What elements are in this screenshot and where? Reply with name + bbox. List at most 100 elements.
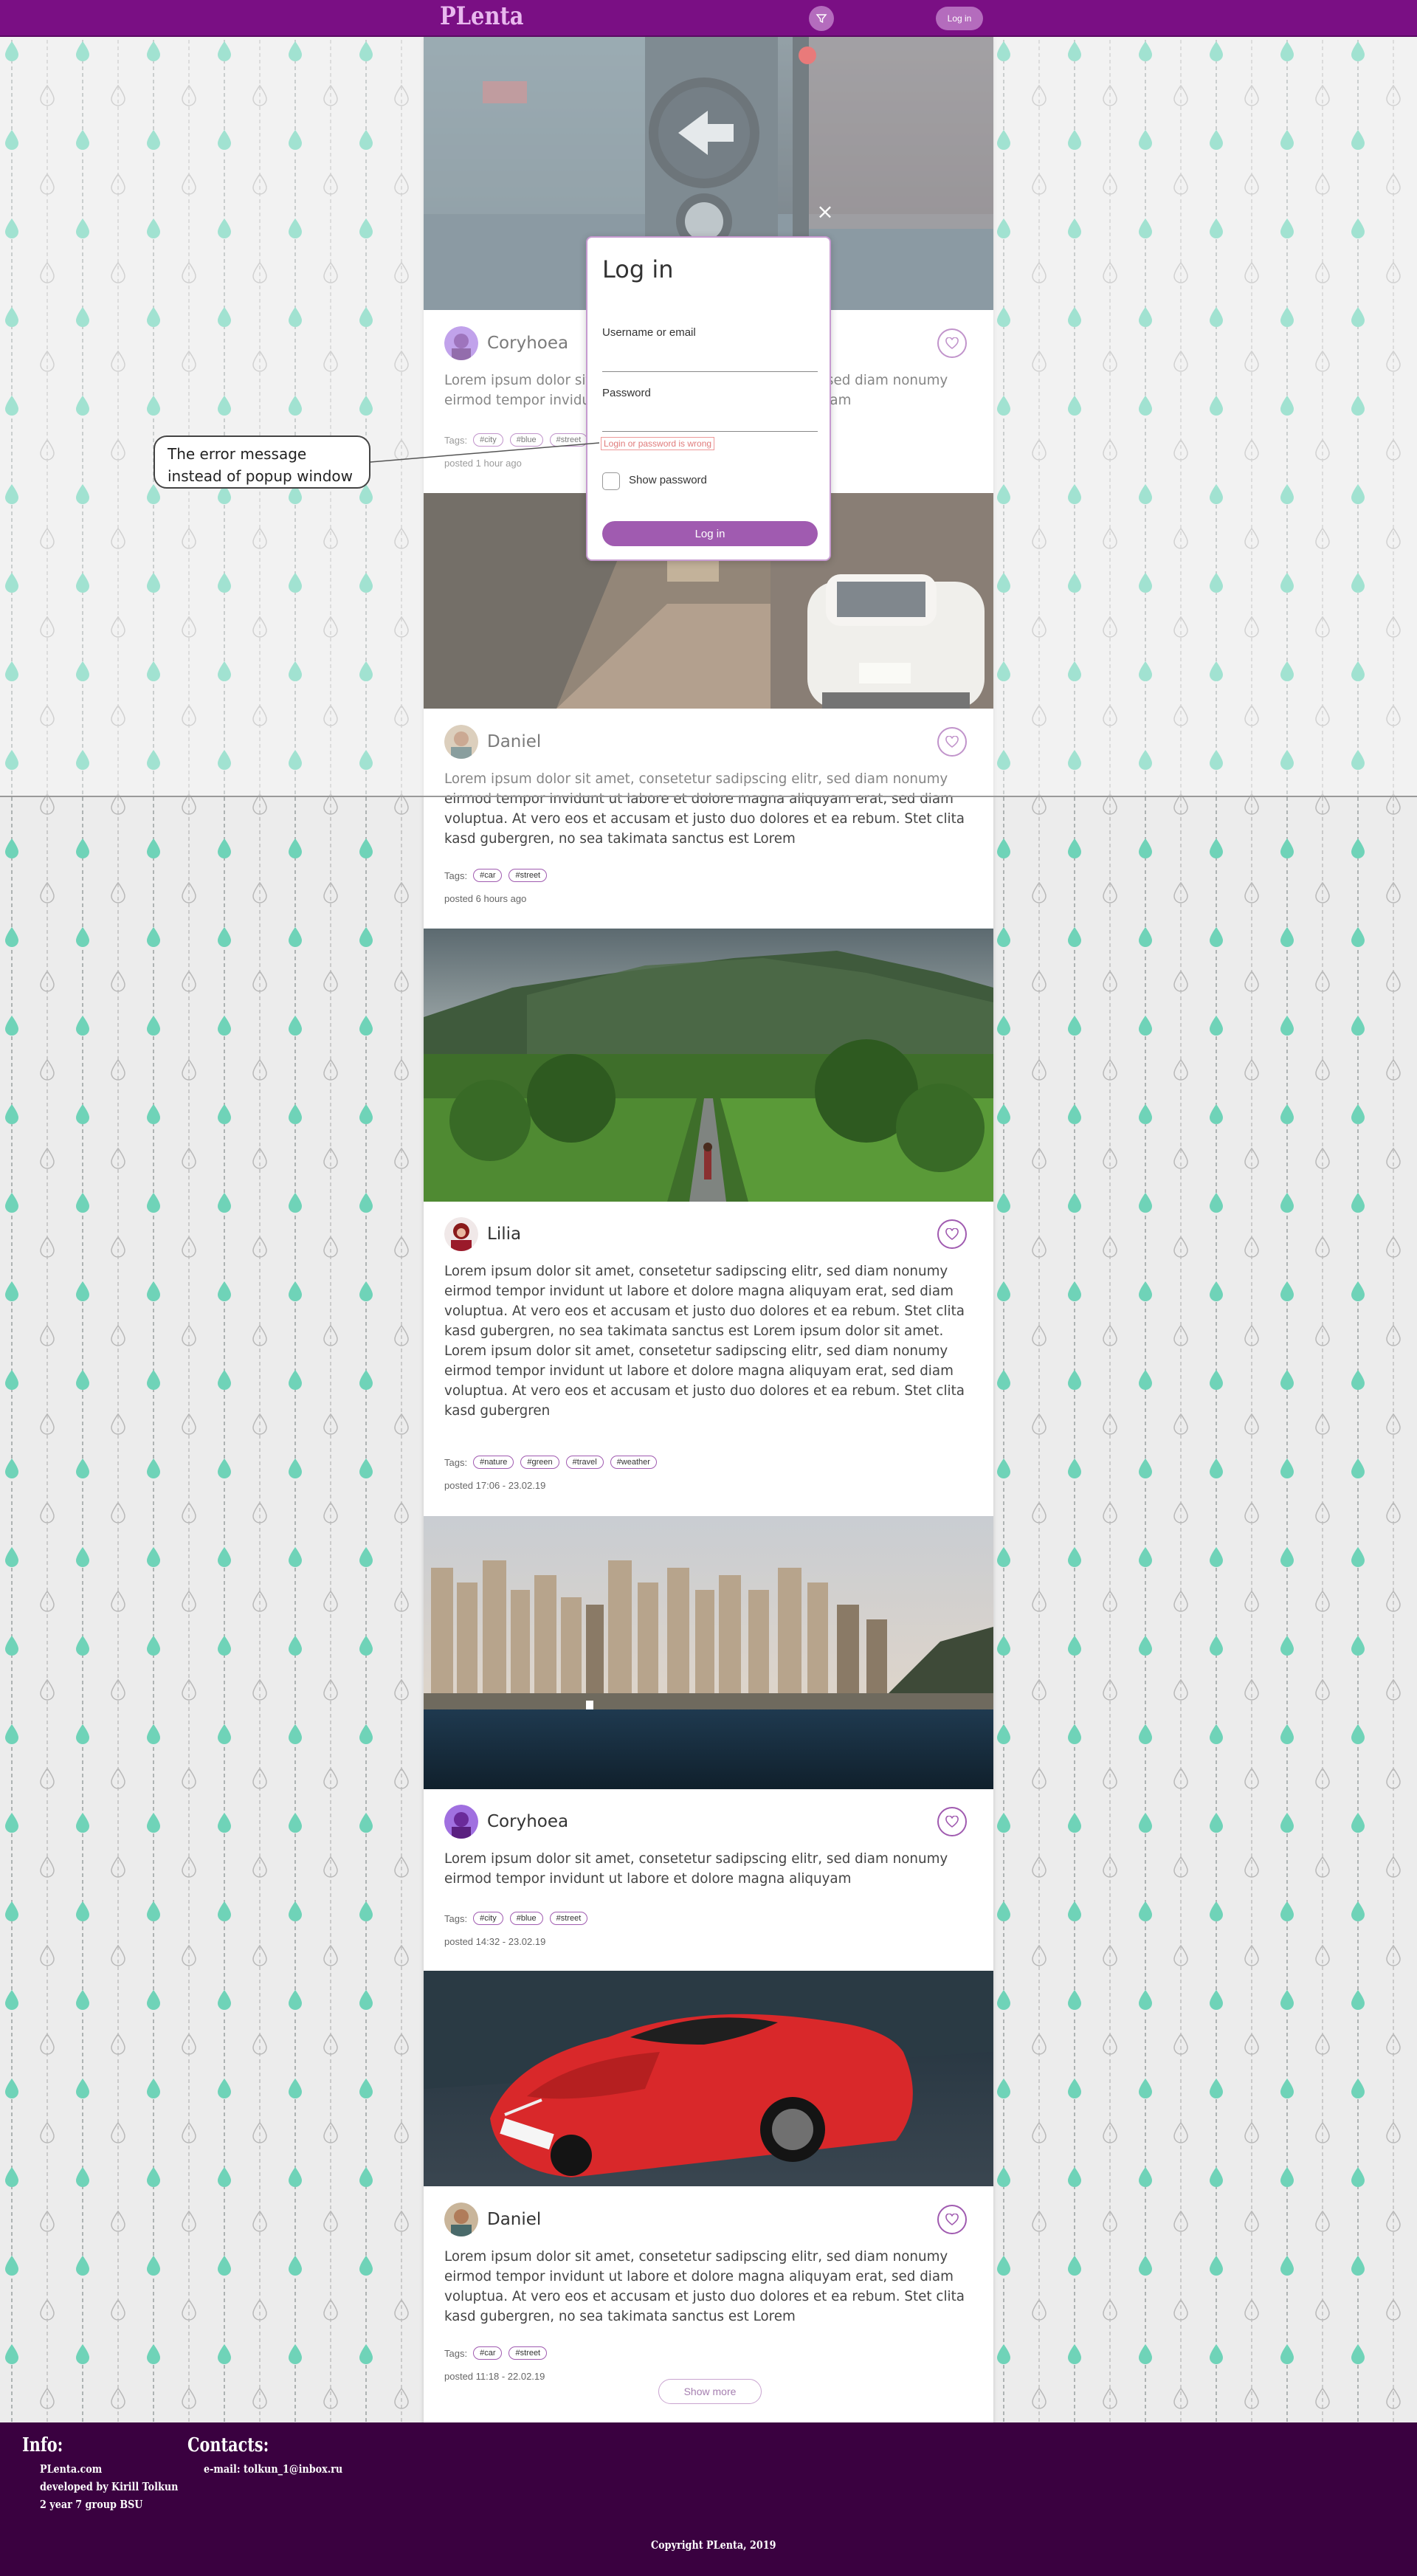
raindrop-outline: [111, 2298, 125, 2321]
raindrop-filled: [1068, 2344, 1081, 2364]
annotation-line-1: The error message: [168, 445, 307, 463]
raindrop-outline: [1103, 970, 1117, 992]
password-input[interactable]: [602, 411, 818, 432]
post-text: Lorem ipsum dolor sit amet, consetetur s…: [444, 1851, 948, 1887]
raindrop-filled: [218, 927, 231, 947]
raindrop-outline: [1032, 2033, 1047, 2055]
raindrop-filled: [76, 1370, 89, 1390]
raindrop-filled: [218, 1370, 231, 1390]
raindrop-outline: [1244, 1501, 1259, 1523]
tag-chip[interactable]: #street: [508, 2346, 548, 2360]
raindrop-filled: [1068, 2079, 1081, 2098]
raindrop-filled: [5, 1636, 18, 1656]
raindrop-filled: [1280, 1901, 1294, 1921]
tag-chip[interactable]: #travel: [565, 1456, 604, 1469]
raindrop-filled: [1210, 1281, 1223, 1301]
tags-label: Tags:: [444, 1456, 468, 1468]
raindrop-filled: [5, 1104, 18, 1124]
raindrop-filled: [289, 2344, 302, 2364]
post-author[interactable]: Daniel: [444, 2201, 541, 2238]
tag-chip[interactable]: #weather: [610, 1456, 657, 1469]
tag-chip[interactable]: #street: [508, 869, 548, 882]
tag-chip[interactable]: #green: [520, 1456, 559, 1469]
footer-info-line[interactable]: PLenta.com: [40, 2462, 102, 2476]
close-icon[interactable]: ×: [816, 202, 834, 222]
raindrop-filled: [997, 2167, 1010, 2187]
raindrop-filled: [1068, 1281, 1081, 1301]
raindrop-filled: [147, 1193, 160, 1213]
raindrop-outline: [252, 2033, 267, 2055]
raindrop-outline: [111, 1767, 125, 1789]
tag-chip[interactable]: #city: [473, 1912, 503, 1925]
login-submit-button[interactable]: Log in: [602, 521, 818, 546]
raindrop-filled: [997, 927, 1010, 947]
footer-contact-email[interactable]: e-mail: tolkun_1@inbox.ru: [204, 2462, 342, 2476]
raindrop-filled: [1280, 927, 1294, 947]
raindrop-filled: [359, 1813, 373, 1833]
raindrop-filled: [147, 1813, 160, 1833]
like-button[interactable]: [937, 1219, 967, 1249]
raindrop-outline: [1103, 1501, 1117, 1523]
like-button[interactable]: [937, 1807, 967, 1836]
post-tags: Tags: #nature #green #travel #weather: [444, 1456, 663, 1469]
raindrop-filled: [1139, 1724, 1152, 1744]
tag-chip[interactable]: #street: [549, 1912, 588, 1925]
raindrop-filled: [147, 1459, 160, 1478]
raindrop-outline: [323, 1767, 338, 1789]
raindrop-filled: [147, 2256, 160, 2276]
raindrop-outline: [1173, 970, 1188, 992]
tag-chip[interactable]: #car: [473, 2346, 503, 2360]
raindrop-filled: [289, 1990, 302, 2010]
raindrop-filled: [1351, 1636, 1365, 1656]
site-logo[interactable]: PLenta: [440, 1, 524, 31]
raindrop-outline: [1103, 2033, 1117, 2055]
raindrop-outline: [394, 1767, 409, 1789]
raindrop-filled: [1139, 1636, 1152, 1656]
raindrop-filled: [1068, 1990, 1081, 2010]
raindrop-outline: [1032, 970, 1047, 992]
raindrop-outline: [252, 1236, 267, 1258]
raindrop-filled: [1068, 2256, 1081, 2276]
tag-chip[interactable]: #nature: [473, 1456, 514, 1469]
post-author[interactable]: Coryhoea: [444, 1803, 568, 1840]
raindrop-filled: [359, 1990, 373, 2010]
raindrop-outline: [394, 1236, 409, 1258]
raindrop-outline: [40, 2033, 55, 2055]
raindrop-filled: [76, 1636, 89, 1656]
raindrop-filled: [1280, 1016, 1294, 1036]
like-button[interactable]: [937, 2205, 967, 2234]
raindrop-filled: [1139, 1193, 1152, 1213]
raindrop-outline: [1386, 2298, 1401, 2321]
raindrop-filled: [1210, 1547, 1223, 1567]
raindrop-filled: [5, 838, 18, 858]
post-photo: [424, 1971, 993, 2186]
raindrop-filled: [1351, 1370, 1365, 1390]
author-name: Lilia: [487, 1225, 522, 1244]
username-input[interactable]: [602, 351, 818, 372]
raindrop-filled: [1068, 2167, 1081, 2187]
raindrop-filled: [1068, 1547, 1081, 1567]
raindrop-filled: [1351, 2256, 1365, 2276]
raindrop-outline: [252, 2298, 267, 2321]
show-password-checkbox[interactable]: [602, 472, 620, 490]
raindrop-filled: [5, 1016, 18, 1036]
raindrop-filled: [1280, 2167, 1294, 2187]
header-login-button[interactable]: Log in: [936, 7, 983, 30]
raindrop-filled: [5, 2256, 18, 2276]
raindrop-filled: [359, 1901, 373, 1921]
tags-label: Tags:: [444, 869, 468, 881]
annotation-callout: The error message instead of popup windo…: [154, 435, 370, 489]
show-more-button[interactable]: Show more: [658, 2379, 762, 2404]
raindrop-filled: [359, 2167, 373, 2187]
show-password-label[interactable]: Show password: [629, 474, 707, 486]
raindrop-filled: [1139, 1016, 1152, 1036]
post-author[interactable]: Lilia: [444, 1216, 521, 1253]
avatar: [444, 1805, 478, 1839]
raindrop-filled: [997, 1813, 1010, 1833]
raindrop-filled: [289, 1901, 302, 1921]
raindrop-filled: [997, 1281, 1010, 1301]
tag-chip[interactable]: #car: [473, 869, 503, 882]
filter-button[interactable]: [809, 6, 834, 31]
tag-chip[interactable]: #blue: [509, 1912, 543, 1925]
raindrop-filled: [5, 2079, 18, 2098]
